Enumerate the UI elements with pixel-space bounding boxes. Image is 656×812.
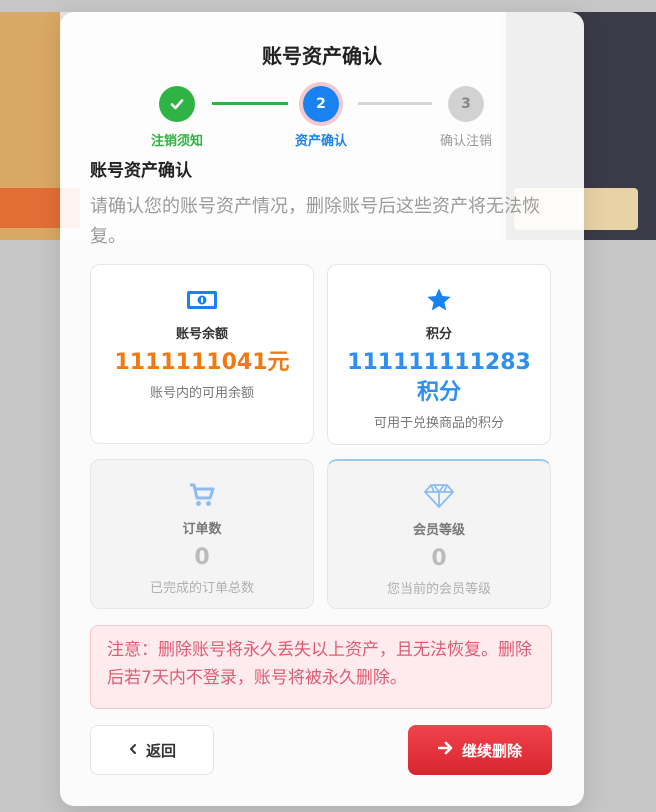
cart-icon: [91, 480, 313, 510]
asset-name: 订单数: [182, 522, 222, 537]
asset-description: 您当前的会员等级: [386, 582, 491, 597]
modal-title: 账号资产确认: [262, 44, 382, 68]
asset-card-level: 会员等级 0 您当前的会员等级: [327, 459, 551, 609]
continue-delete-button[interactable]: 继续删除: [408, 725, 552, 775]
step-number: 2: [303, 86, 339, 122]
asset-description: 可用于兑换商品的积分: [373, 416, 504, 431]
money-icon: [91, 285, 313, 315]
section-description: 请确认您的账号资产情况，删除账号后这些资产将无法恢复。: [90, 196, 540, 247]
back-button-label: 返回: [145, 741, 176, 760]
asset-value: 111111111283积分: [347, 350, 531, 405]
step-confirm-cancel: 3 确认注销: [411, 86, 521, 149]
step-label: 资产确认: [294, 134, 347, 149]
step-label: 注销须知: [150, 134, 203, 149]
asset-card-orders: 订单数 0 已完成的订单总数: [90, 459, 314, 609]
asset-name: 积分: [425, 327, 452, 342]
step-asset-confirm: 2 资产确认: [266, 86, 376, 149]
asset-value: 0: [194, 545, 210, 570]
asset-name: 账号余额: [175, 327, 228, 342]
asset-description: 已完成的订单总数: [149, 581, 254, 596]
continue-button-label: 继续删除: [461, 741, 522, 760]
asset-card-points: 积分 111111111283积分 可用于兑换商品的积分: [327, 264, 551, 445]
back-button[interactable]: 返回: [90, 725, 214, 775]
asset-card-balance: 账号余额 1111111041元 账号内的可用余额: [90, 264, 314, 444]
diamond-icon: [328, 481, 550, 511]
asset-name: 会员等级: [412, 523, 465, 538]
section-title: 账号资产确认: [90, 161, 192, 181]
arrow-right-icon: [437, 741, 454, 759]
asset-value: 0: [431, 546, 447, 571]
warning-notice: 注意：删除账号将永久丢失以上资产，且无法恢复。删除后若7天内不登录，账号将被永久…: [90, 625, 552, 709]
step-cancel-notice: 注销须知: [122, 86, 232, 149]
asset-confirm-modal: 账号资产确认 注销须知 2 资产确认 3 确认注销 账号资产确认 请确认您的账号…: [60, 12, 584, 806]
step-number: 3: [448, 86, 484, 122]
star-icon: [328, 285, 550, 315]
check-icon: [159, 86, 195, 122]
asset-description: 账号内的可用余额: [149, 386, 254, 401]
chevron-left-icon: [128, 741, 138, 759]
step-label: 确认注销: [439, 134, 492, 149]
asset-value: 1111111041元: [114, 350, 290, 375]
